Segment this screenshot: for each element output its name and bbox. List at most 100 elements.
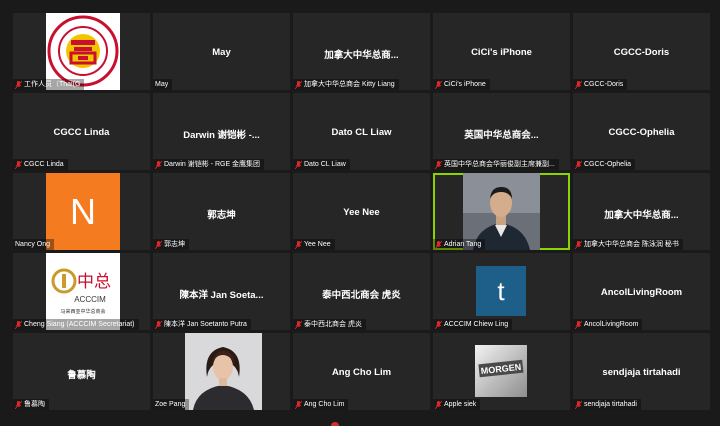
muted-mic-icon — [15, 400, 22, 409]
participant-name-label: 陳本洋 Jan Soetanto Putra — [153, 319, 251, 330]
muted-mic-icon — [575, 240, 582, 249]
participant-name-label: Adrian Tang — [433, 239, 486, 250]
muted-mic-icon — [575, 400, 582, 409]
participant-tile[interactable]: Zoe Pang — [153, 333, 290, 410]
participant-tile[interactable]: 加拿大中华总商... 加拿大中华总商会 陈泳润 秘书 — [573, 173, 710, 250]
muted-mic-icon — [15, 320, 22, 329]
participant-name-label: CiCi's iPhone — [433, 79, 490, 90]
participant-name-label: AncolLivingRoom — [573, 319, 643, 330]
participant-tile[interactable]: 陳本洋 Jan Soeta... 陳本洋 Jan Soetanto Putra — [153, 253, 290, 330]
participant-display-name: 泰中西北商会 虎炎 — [322, 290, 401, 301]
participant-tile[interactable]: Yee Nee Yee Nee — [293, 173, 430, 250]
participant-name-label: Ang Cho Lim — [293, 399, 349, 410]
acccim-logo-sub: 马来西亚中华总商会 — [60, 308, 105, 315]
participant-name-label: 郭志坤 — [153, 239, 189, 250]
participant-tile[interactable]: May May — [153, 13, 290, 90]
participant-display-name: 加拿大中华总商... — [324, 50, 399, 61]
bottom-toolbar-edge — [0, 420, 720, 426]
muted-mic-icon — [15, 160, 22, 169]
muted-mic-icon — [155, 160, 162, 169]
participant-name-label: 泰中西北商会 虎炎 — [293, 319, 366, 330]
participant-video: MORGEN — [475, 345, 527, 397]
participant-tile-active-speaker[interactable]: Adrian Tang — [433, 173, 570, 250]
avatar: t — [476, 266, 526, 316]
muted-mic-icon — [295, 240, 302, 249]
avatar: N — [46, 173, 120, 250]
participant-display-name: sendjaja tirtahadi — [602, 367, 681, 378]
participant-video — [185, 333, 262, 410]
acccim-logo-cn: 中总 — [77, 272, 111, 292]
recording-indicator-icon — [331, 422, 339, 426]
muted-mic-icon — [295, 400, 302, 409]
muted-mic-icon — [435, 240, 442, 249]
muted-mic-icon — [155, 240, 162, 249]
muted-mic-icon — [295, 160, 302, 169]
participant-tile[interactable]: AncolLivingRoom AncolLivingRoom — [573, 253, 710, 330]
muted-mic-icon — [575, 80, 582, 89]
muted-mic-icon — [295, 320, 302, 329]
participant-name-label: Apple siek — [433, 399, 481, 410]
participant-name-label: Zoe Pang — [153, 399, 190, 410]
muted-mic-icon — [575, 160, 582, 169]
participant-name-label: Darwin 谢铠彬 - RGE 金鹰集团 — [153, 159, 265, 170]
participant-name-label: Yee Nee — [293, 239, 335, 250]
muted-mic-icon — [575, 320, 582, 329]
participant-tile[interactable]: 英国中华总商会... 英国中华总商会华丽俊副主席兼副... — [433, 93, 570, 170]
participant-tile[interactable]: MORGEN Apple siek — [433, 333, 570, 410]
participant-tile[interactable]: CGCC-Ophelia CGCC-Ophelia — [573, 93, 710, 170]
participant-name-label: 鲁慕陶 — [13, 399, 49, 410]
participant-display-name: Darwin 谢铠彬 -... — [183, 130, 260, 141]
participant-tile[interactable]: CiCi's iPhone CiCi's iPhone — [433, 13, 570, 90]
muted-mic-icon — [435, 320, 442, 329]
participant-name-label: 加拿大中华总商会 陈泳润 秘书 — [573, 239, 683, 250]
participant-tile[interactable]: sendjaja tirtahadi sendjaja tirtahadi — [573, 333, 710, 410]
participant-name-label: Dato CL Liaw — [293, 159, 350, 170]
participant-display-name: 陳本洋 Jan Soeta... — [179, 290, 264, 301]
participant-display-name: AncolLivingRoom — [600, 287, 683, 298]
participant-display-name: CGCC-Ophelia — [608, 127, 675, 138]
participant-name-label: CGCC-Ophelia — [573, 159, 636, 170]
muted-mic-icon — [295, 80, 302, 89]
participant-display-name: CGCC-Doris — [613, 47, 670, 58]
muted-mic-icon — [435, 160, 442, 169]
muted-mic-icon — [435, 80, 442, 89]
participant-display-name: Ang Cho Lim — [331, 367, 392, 378]
participant-tile[interactable]: t ACCCIM Chiew Ling — [433, 253, 570, 330]
participant-name-label: 工作人员（Thai(G — [13, 79, 85, 90]
participant-tile[interactable]: 鲁慕陶 鲁慕陶 — [13, 333, 150, 410]
participant-name-label: Nancy Ong — [13, 239, 55, 250]
participant-name-label: 加拿大中华总商会 Kitty Liang — [293, 79, 399, 90]
participant-tile[interactable]: Darwin 谢铠彬 -... Darwin 谢铠彬 - RGE 金鹰集团 — [153, 93, 290, 170]
participant-display-name: Dato CL Liaw — [331, 127, 392, 138]
participant-name-label: 英国中华总商会华丽俊副主席兼副... — [433, 159, 559, 170]
participant-tile[interactable]: Dato CL Liaw Dato CL Liaw — [293, 93, 430, 170]
participant-tile[interactable]: 工作人员（Thai(G — [13, 13, 150, 90]
muted-mic-icon — [155, 320, 162, 329]
participant-display-name: 鲁慕陶 — [67, 370, 96, 381]
participant-tile[interactable]: Ang Cho Lim Ang Cho Lim — [293, 333, 430, 410]
participant-tile[interactable]: 郭志坤 郭志坤 — [153, 173, 290, 250]
participant-name-label: CGCC Linda — [13, 159, 68, 170]
participant-display-name: Yee Nee — [343, 207, 380, 218]
acccim-logo-en: ACCCIM — [74, 295, 106, 304]
participant-tile[interactable]: 泰中西北商会 虎炎 泰中西北商会 虎炎 — [293, 253, 430, 330]
participant-name-label: May — [153, 79, 173, 90]
participant-display-name: May — [212, 47, 231, 58]
participant-name-label: CGCC-Doris — [573, 79, 628, 90]
participant-tile[interactable]: N Nancy Ong — [13, 173, 150, 250]
participant-display-name: 郭志坤 — [207, 210, 236, 221]
participant-name-label: Cheng Siang (ACCCIM Secretariat) — [13, 319, 139, 330]
muted-mic-icon — [15, 80, 22, 89]
participant-display-name: CGCC Linda — [53, 127, 110, 138]
participant-display-name: 英国中华总商会... — [464, 130, 539, 141]
video-gallery-grid: 工作人员（Thai(G May May 加拿大中华总商... 加拿大中华总商会 … — [13, 13, 710, 410]
participant-tile[interactable]: 中总 ACCCIM 马来西亚中华总商会 Cheng Siang (ACCCIM … — [13, 253, 150, 330]
participant-tile[interactable]: CGCC-Doris CGCC-Doris — [573, 13, 710, 90]
participant-tile[interactable]: CGCC Linda CGCC Linda — [13, 93, 150, 170]
muted-mic-icon — [435, 400, 442, 409]
participant-name-label: ACCCIM Chiew Ling — [433, 319, 513, 330]
participant-display-name: CiCi's iPhone — [471, 47, 532, 58]
participant-name-label: sendjaja tirtahadi — [573, 399, 641, 410]
participant-tile[interactable]: 加拿大中华总商... 加拿大中华总商会 Kitty Liang — [293, 13, 430, 90]
participant-display-name: 加拿大中华总商... — [604, 210, 679, 221]
